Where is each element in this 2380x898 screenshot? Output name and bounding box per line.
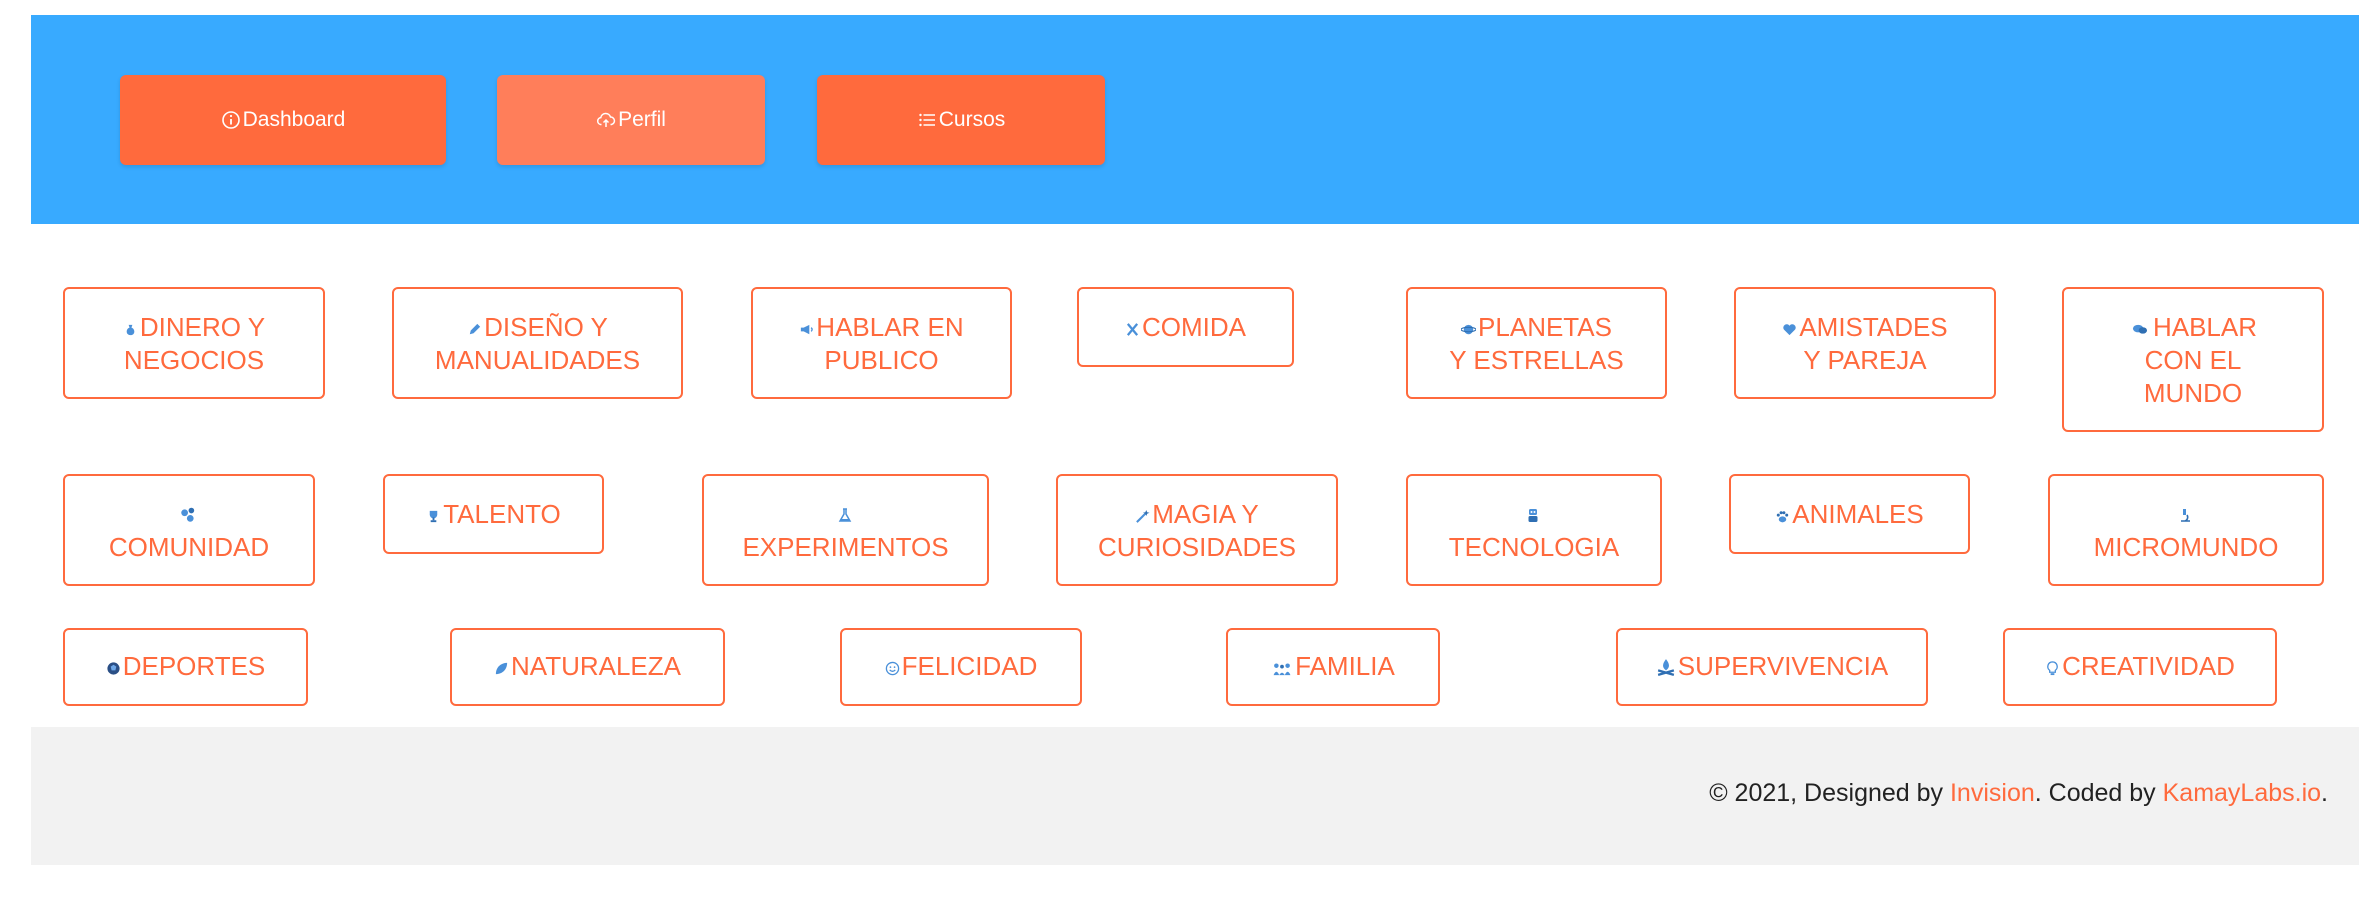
topic-supervivencia-label: SUPERVIVENCIA — [1677, 651, 1889, 681]
footer-credits: © 2021, Designed by Invision. Coded by K… — [1709, 779, 2328, 808]
topic-comida-label: COMIDA — [1142, 312, 1246, 342]
campfire-icon — [1657, 659, 1674, 676]
topic-tecnologia[interactable]: TECNOLOGIA — [1406, 474, 1662, 586]
topic-dinero-line1: DINERO Y — [139, 312, 266, 342]
topic-micromundo[interactable]: MICROMUNDO — [2048, 474, 2324, 586]
topic-dinero-line2: NEGOCIOS — [123, 345, 265, 375]
perfil-button[interactable]: Perfil — [497, 75, 765, 165]
topic-hablar-mundo-line3: MUNDO — [2143, 378, 2243, 408]
topic-dinero-y-negocios[interactable]: DINERO Y NEGOCIOS — [63, 287, 325, 399]
topic-hablar-mundo-line1: HABLAR — [2152, 312, 2258, 342]
topic-comida[interactable]: COMIDA — [1077, 287, 1294, 367]
footer-middle: . Coded by — [2034, 779, 2163, 807]
family-icon — [1273, 663, 1291, 676]
microscope-icon — [2181, 509, 2190, 522]
perfil-label: Perfil — [618, 108, 666, 131]
footer-suffix: . — [2321, 779, 2328, 807]
community-icon — [181, 507, 195, 522]
topic-naturaleza[interactable]: NATURALEZA — [450, 628, 725, 706]
header-bar: Dashboard Perfil Cursos — [31, 15, 2359, 224]
dashboard-label: Dashboard — [242, 108, 346, 131]
topic-animales[interactable]: ANIMALES — [1729, 474, 1970, 554]
topic-comunidad-label: COMUNIDAD — [108, 532, 270, 562]
topic-familia-label: FAMILIA — [1295, 651, 1395, 681]
leaf-icon — [495, 662, 508, 675]
lightbulb-icon — [2047, 661, 2058, 676]
money-bag-icon — [126, 324, 135, 336]
topic-magia-line2: CURIOSIDADES — [1098, 532, 1296, 562]
topic-hablar-mundo-line2: CON EL — [2144, 345, 2242, 375]
topic-diseno-line1: DISEÑO Y — [484, 312, 608, 342]
topic-micromundo-label: MICROMUNDO — [2093, 532, 2279, 562]
planet-icon — [1461, 324, 1477, 335]
topic-diseno-line2: MANUALIDADES — [434, 345, 641, 375]
topic-amistades-line1: AMISTADES — [1799, 312, 1948, 342]
topic-talento-label: TALENTO — [443, 499, 561, 529]
topic-planetas-y-estrellas[interactable]: PLANETAS Y ESTRELLAS — [1406, 287, 1667, 399]
invision-link[interactable]: Invision — [1950, 779, 2035, 807]
topic-hablar-en-publico[interactable]: HABLAR EN PUBLICO — [751, 287, 1012, 399]
speech-bubbles-icon — [2132, 324, 2147, 334]
topic-comunidad[interactable]: COMUNIDAD — [63, 474, 315, 586]
topic-magia-y-curiosidades[interactable]: MAGIA Y CURIOSIDADES — [1056, 474, 1338, 586]
robot-icon — [1528, 509, 1538, 522]
topic-familia[interactable]: FAMILIA — [1226, 628, 1440, 706]
topic-creatividad[interactable]: CREATIVIDAD — [2003, 628, 2277, 706]
paw-icon — [1777, 511, 1789, 523]
heart-icon — [1783, 324, 1797, 336]
topic-amistades-line2: Y PAREJA — [1803, 345, 1927, 375]
topic-felicidad[interactable]: FELICIDAD — [840, 628, 1082, 706]
topic-planetas-line1: PLANETAS — [1478, 312, 1612, 342]
kamaylabs-link[interactable]: KamayLabs.io — [2163, 779, 2321, 807]
topic-diseno-y-manualidades[interactable]: DISEÑO Y MANUALIDADES — [392, 287, 683, 399]
topic-amistades-y-pareja[interactable]: AMISTADES Y PAREJA — [1734, 287, 1996, 399]
magic-wand-icon — [1136, 509, 1150, 523]
ball-icon — [107, 662, 120, 675]
smile-icon — [885, 661, 899, 676]
topic-naturaleza-label: NATURALEZA — [511, 651, 681, 681]
footer-prefix: © 2021, Designed by — [1709, 779, 1950, 807]
pencil-icon — [469, 323, 481, 335]
topic-deportes[interactable]: DEPORTES — [63, 628, 308, 706]
topic-hablar-con-el-mundo[interactable]: HABLAR CON EL MUNDO — [2062, 287, 2324, 432]
topic-tecnologia-label: TECNOLOGIA — [1448, 532, 1620, 562]
trophy-icon — [429, 510, 438, 523]
cursos-button[interactable]: Cursos — [817, 75, 1105, 165]
dashboard-button[interactable]: Dashboard — [120, 75, 446, 165]
cloud-upload-icon — [596, 110, 616, 130]
megaphone-icon — [801, 324, 814, 335]
info-icon — [221, 110, 241, 130]
topic-felicidad-label: FELICIDAD — [901, 651, 1038, 681]
footer: © 2021, Designed by Invision. Coded by K… — [31, 727, 2359, 865]
topic-experimentos-label: EXPERIMENTOS — [742, 532, 949, 562]
topic-deportes-label: DEPORTES — [122, 651, 266, 681]
list-icon — [917, 110, 937, 130]
topic-experimentos[interactable]: EXPERIMENTOS — [702, 474, 989, 586]
topic-talento[interactable]: TALENTO — [383, 474, 604, 554]
topic-magia-line1: MAGIA Y — [1152, 499, 1259, 529]
topic-creatividad-label: CREATIVIDAD — [2062, 651, 2235, 681]
topic-animales-label: ANIMALES — [1792, 499, 1924, 529]
flask-icon — [838, 508, 851, 522]
topic-hablar-line1: HABLAR EN — [816, 312, 964, 342]
utensils-icon — [1126, 323, 1139, 336]
topic-planetas-line2: Y ESTRELLAS — [1449, 345, 1624, 375]
cursos-label: Cursos — [938, 108, 1006, 131]
topic-supervivencia[interactable]: SUPERVIVENCIA — [1616, 628, 1928, 706]
topic-hablar-line2: PUBLICO — [824, 345, 939, 375]
